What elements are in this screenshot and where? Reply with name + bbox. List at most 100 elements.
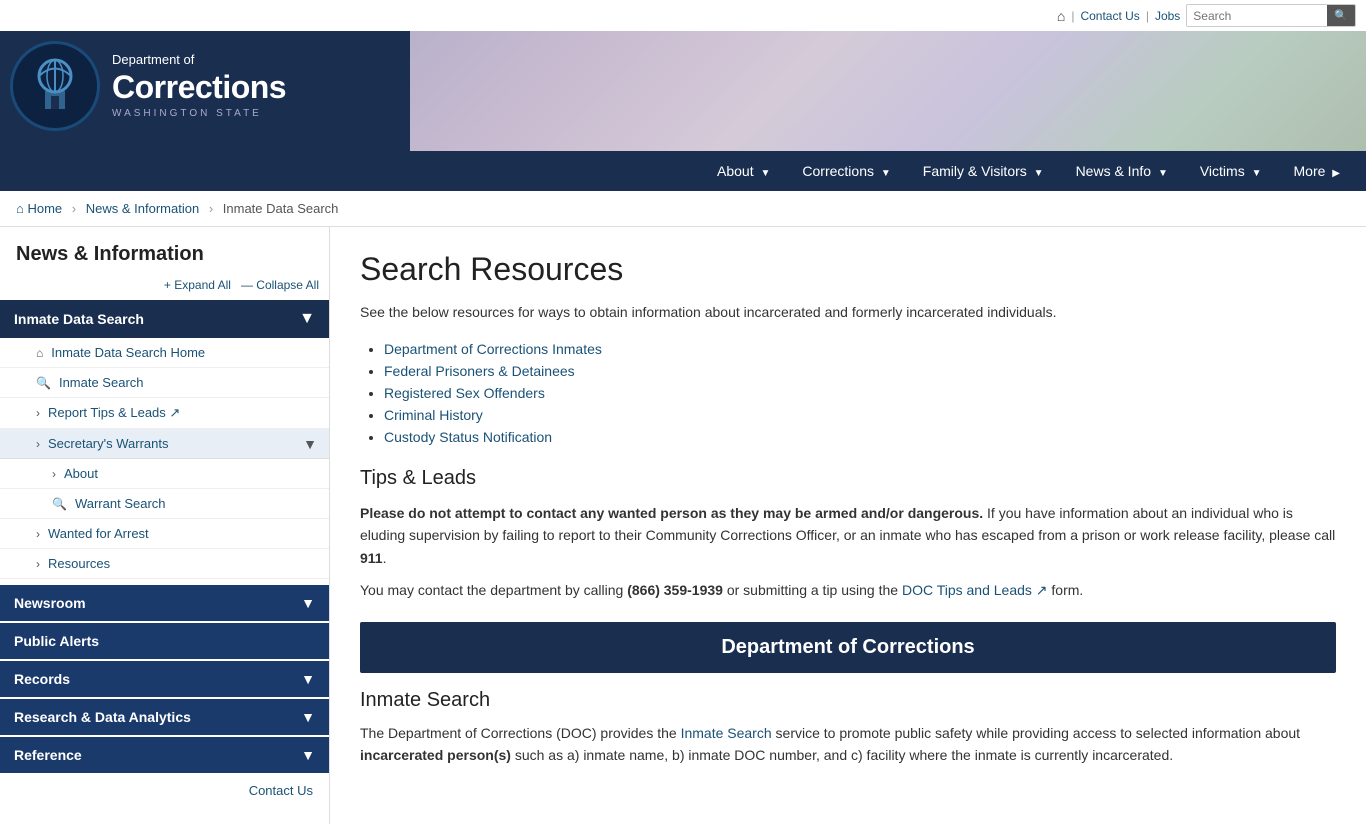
search-icon: 🔍: [36, 376, 51, 390]
sidebar: News & Information + Expand All — Collap…: [0, 227, 330, 824]
warrant-search-link[interactable]: Warrant Search: [75, 496, 166, 511]
home-icon[interactable]: ⌂: [1057, 8, 1065, 24]
resources-expand-icon: ›: [36, 557, 40, 571]
nav-about[interactable]: About ▼: [701, 151, 786, 191]
federal-prisoners-link[interactable]: Federal Prisoners & Detainees: [384, 363, 575, 379]
doc-tips-leads-link[interactable]: DOC Tips and Leads ↗: [902, 582, 1048, 598]
custody-status-link[interactable]: Custody Status Notification: [384, 429, 552, 445]
tips-line2-mid: or submitting a tip using the: [723, 582, 902, 598]
records-chevron: ▼: [301, 671, 315, 687]
expand-icon: ›: [36, 406, 40, 420]
list-item: Federal Prisoners & Detainees: [384, 363, 1336, 379]
breadcrumb-sep2: ›: [209, 201, 213, 216]
search-bar: 🔍: [1186, 4, 1356, 27]
resources-link[interactable]: Resources: [48, 556, 110, 571]
search-input[interactable]: [1187, 6, 1327, 26]
secretarys-warrants-link[interactable]: Secretary's Warrants: [48, 436, 168, 451]
sidebar-item-about[interactable]: › About: [0, 459, 329, 489]
nav-family-visitors[interactable]: Family & Visitors ▼: [907, 151, 1060, 191]
contact-us-link[interactable]: Contact Us: [1080, 9, 1139, 23]
inmate-search-service-link[interactable]: Inmate Search: [681, 725, 772, 741]
about-arrow: ▼: [761, 168, 771, 179]
wanted-for-arrest-link[interactable]: Wanted for Arrest: [48, 526, 149, 541]
doc-inmates-link[interactable]: Department of Corrections Inmates: [384, 341, 602, 357]
newsroom-chevron: ▼: [301, 595, 315, 611]
nav-corrections[interactable]: Corrections ▼: [786, 151, 906, 191]
sex-offenders-link[interactable]: Registered Sex Offenders: [384, 385, 545, 401]
page-title: Search Resources: [360, 251, 1336, 288]
corrections-arrow: ▼: [881, 168, 891, 179]
nav-news-info[interactable]: News & Info ▼: [1060, 151, 1184, 191]
inmate-search-bold: incarcerated person(s): [360, 747, 511, 763]
sidebar-item-inmate-search[interactable]: 🔍 Inmate Search: [0, 368, 329, 398]
wanted-expand-icon: ›: [36, 527, 40, 541]
expand-all-link[interactable]: + Expand All: [164, 278, 231, 292]
main-nav: About ▼ Corrections ▼ Family & Visitors …: [0, 151, 1366, 191]
inmate-data-search-chevron: ▼: [299, 310, 315, 328]
criminal-history-link[interactable]: Criminal History: [384, 407, 483, 423]
dept-line2: Corrections: [112, 68, 286, 106]
page-content: News & Information + Expand All — Collap…: [0, 227, 1366, 824]
dept-line1: Department of: [112, 52, 286, 68]
tips-line2-post: form.: [1048, 582, 1084, 598]
inmate-search-pre: The Department of Corrections (DOC) prov…: [360, 725, 681, 741]
inmate-data-search-home-link[interactable]: Inmate Data Search Home: [51, 345, 205, 360]
nav-victims[interactable]: Victims ▼: [1184, 151, 1278, 191]
contact-us-sidebar-link[interactable]: Contact Us: [249, 783, 313, 798]
sidebar-public-alerts-header[interactable]: Public Alerts: [0, 623, 329, 659]
resource-list: Department of Corrections Inmates Federa…: [360, 341, 1336, 445]
sidebar-item-warrant-search[interactable]: 🔍 Warrant Search: [0, 489, 329, 519]
sidebar-item-wanted-for-arrest[interactable]: › Wanted for Arrest: [0, 519, 329, 549]
sidebar-newsroom-header[interactable]: Newsroom ▼: [0, 585, 329, 621]
report-tips-link[interactable]: Report Tips & Leads ↗: [48, 405, 180, 421]
sidebar-inmate-data-search-header[interactable]: Inmate Data Search ▼: [0, 300, 329, 338]
research-label: Research & Data Analytics: [14, 709, 191, 725]
tips-text-2: You may contact the department by callin…: [360, 579, 1336, 601]
sidebar-item-inmate-data-search-home[interactable]: ⌂ Inmate Data Search Home: [0, 338, 329, 368]
sidebar-controls: + Expand All — Collapse All: [0, 278, 329, 300]
sidebar-item-report-tips[interactable]: › Report Tips & Leads ↗: [0, 398, 329, 429]
inmate-search-link[interactable]: Inmate Search: [59, 375, 144, 390]
expand-icon2: ›: [36, 437, 40, 451]
tips-leads-heading: Tips & Leads: [360, 467, 1336, 490]
site-header: Department of Corrections WASHINGTON STA…: [0, 31, 1366, 151]
inmate-search-post: such as a) inmate name, b) inmate DOC nu…: [511, 747, 1173, 763]
sidebar-item-resources[interactable]: › Resources: [0, 549, 329, 579]
records-label: Records: [14, 671, 70, 687]
tips-bold: Please do not attempt to contact any wan…: [360, 505, 983, 521]
list-item: Department of Corrections Inmates: [384, 341, 1336, 357]
breadcrumb-sep1: ›: [72, 201, 76, 216]
public-alerts-label: Public Alerts: [14, 633, 99, 649]
breadcrumb-home[interactable]: ⌂ Home: [16, 201, 62, 216]
doc-banner: Department of Corrections: [360, 622, 1336, 673]
tips-line2-pre: You may contact the department by callin…: [360, 582, 627, 598]
about-expand-icon: ›: [52, 467, 56, 481]
research-chevron: ▼: [301, 709, 315, 725]
sidebar-records-header[interactable]: Records ▼: [0, 661, 329, 697]
nav-more[interactable]: More ▶: [1278, 151, 1357, 191]
sidebar-item-secretarys-warrants[interactable]: › Secretary's Warrants: [0, 429, 303, 458]
jobs-link[interactable]: Jobs: [1155, 9, 1180, 23]
intro-text: See the below resources for ways to obta…: [360, 302, 1336, 323]
inmate-search-title: Inmate Search: [360, 689, 1336, 712]
about-link[interactable]: About: [64, 466, 98, 481]
sep1: |: [1071, 9, 1074, 23]
reference-chevron: ▼: [301, 747, 315, 763]
list-item: Custody Status Notification: [384, 429, 1336, 445]
breadcrumb-news[interactable]: News & Information: [86, 201, 199, 216]
logo-circle: [10, 41, 100, 131]
header-logo: Department of Corrections WASHINGTON STA…: [10, 41, 286, 131]
warrant-search-icon: 🔍: [52, 497, 67, 511]
newsroom-label: Newsroom: [14, 595, 86, 611]
dept-line3: WASHINGTON STATE: [112, 108, 286, 120]
tips-911: 911: [360, 550, 383, 566]
collapse-all-link[interactable]: — Collapse All: [241, 278, 319, 292]
sidebar-title: News & Information: [0, 243, 329, 278]
sidebar-research-header[interactable]: Research & Data Analytics ▼: [0, 699, 329, 735]
logo-text: Department of Corrections WASHINGTON STA…: [112, 52, 286, 120]
search-button[interactable]: 🔍: [1327, 5, 1355, 26]
tips-phone: (866) 359-1939: [627, 582, 723, 598]
inmate-search-mid: service to promote public safety while p…: [772, 725, 1300, 741]
breadcrumb-current: Inmate Data Search: [223, 201, 339, 216]
inmate-data-search-label: Inmate Data Search: [14, 311, 144, 327]
